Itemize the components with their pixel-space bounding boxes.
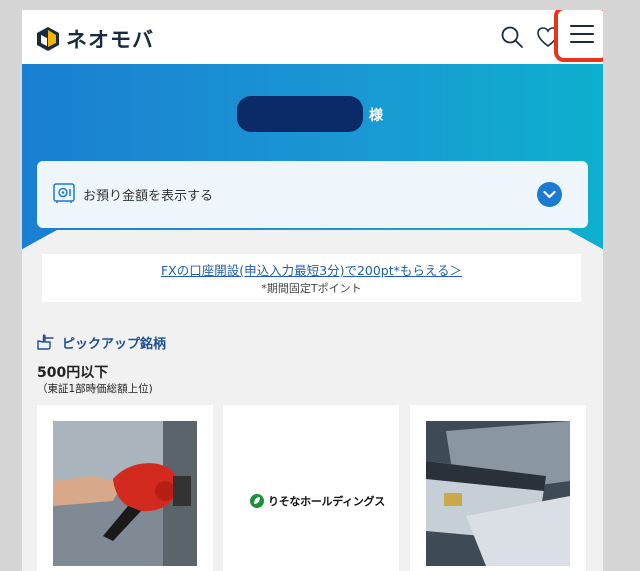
- fx-promo-banner: FXの口座開設(申込入力最短3分)で200pt*もらえる＞ *期間固定Tポイント: [42, 254, 581, 302]
- balance-label: お預り金額を表示する: [83, 189, 214, 204]
- hero-bottom-edge: [22, 230, 603, 254]
- pointing-hand-icon: [37, 334, 54, 350]
- neomoba-logo-icon: [37, 27, 59, 51]
- filter-title: 500円以下: [37, 365, 109, 381]
- fuel-nozzle-photo: [53, 421, 197, 566]
- balance-toggle-card[interactable]: お預り金額を表示する: [37, 161, 588, 228]
- credit-cards-photo: [426, 421, 570, 566]
- pickup-title: ピックアップ銘柄: [62, 336, 167, 352]
- chevron-down-icon[interactable]: [537, 182, 562, 207]
- promo-note: *期間固定Tポイント: [261, 282, 362, 295]
- filter-subtitle: （東証1部時価総額上位): [37, 383, 153, 395]
- user-name-redacted: [237, 96, 363, 132]
- fx-promo-link[interactable]: FXの口座開設(申込入力最短3分)で200pt*もらえる＞: [42, 260, 581, 279]
- safe-icon: [53, 183, 75, 203]
- hamburger-menu-button[interactable]: [554, 10, 603, 62]
- hamburger-menu-icon: [570, 25, 594, 43]
- app-logo[interactable]: ネオモバ: [36, 24, 154, 54]
- resona-logo-text: りそなホールディングス: [268, 495, 385, 508]
- stock-card[interactable]: りそなホールディングス: [223, 405, 399, 571]
- search-icon[interactable]: [500, 25, 524, 49]
- resona-leaf-icon: [250, 494, 264, 508]
- honorific-label: 様: [369, 108, 383, 124]
- resona-logo: りそなホールディングス: [249, 493, 385, 509]
- stock-card[interactable]: [37, 405, 213, 571]
- pickup-section-header: ピックアップ銘柄: [36, 332, 166, 352]
- stock-card[interactable]: [410, 405, 586, 571]
- logo-text: ネオモバ: [66, 28, 154, 52]
- phone-screen: ネオモバ 様 お預り金額を表示する FXの口座開設(申込入力最短3分)で200p…: [22, 10, 603, 571]
- app-header: ネオモバ: [22, 10, 603, 64]
